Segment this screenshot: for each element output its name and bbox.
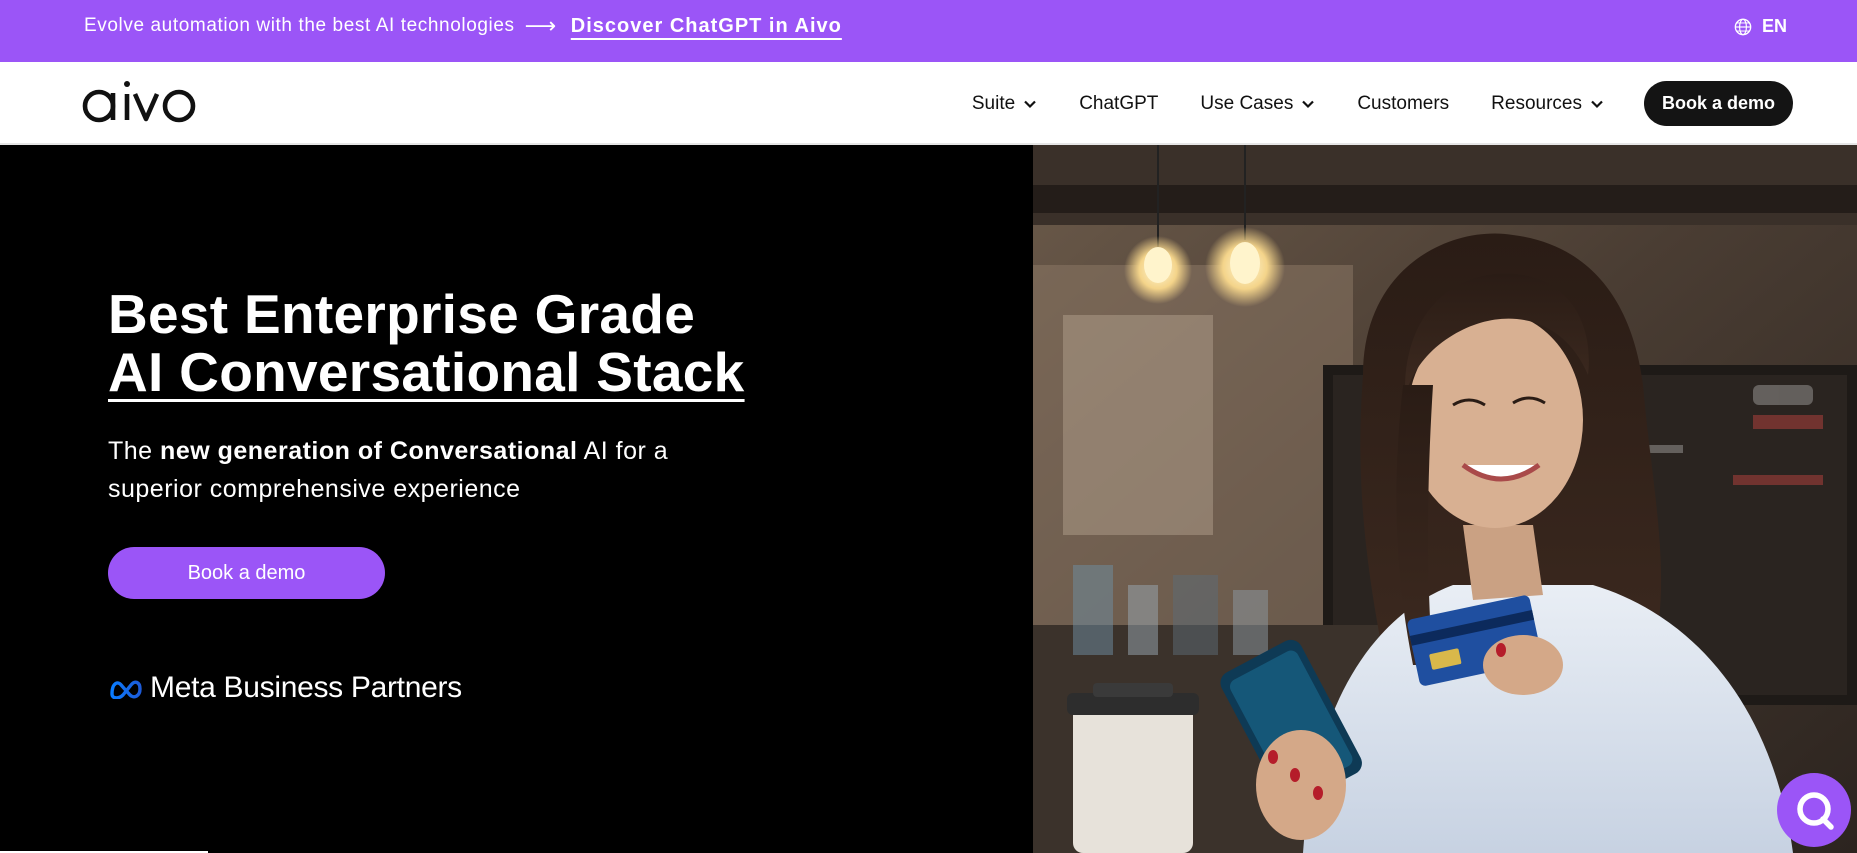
hero-title: Best Enterprise Grade AI Conversational … [108, 285, 745, 401]
meta-partner-badge: Meta Business Partners [108, 671, 462, 705]
hero-subtitle: The new generation of Conversational AI … [108, 432, 728, 508]
site-header: Suite ChatGPT Use Cases Customers Resour… [0, 62, 1857, 145]
announcement-bar: Evolve automation with the best AI techn… [0, 0, 1857, 62]
book-demo-header-button[interactable]: Book a demo [1644, 81, 1793, 126]
nav-resources-label: Resources [1491, 92, 1582, 114]
hero-photo [1033, 145, 1857, 853]
aivo-logo[interactable] [82, 76, 198, 124]
language-label: EN [1761, 16, 1787, 36]
promo: Evolve automation with the best AI techn… [84, 13, 842, 39]
hero-subtitle-prefix: The [108, 437, 153, 465]
hero-title-line2: AI Conversational Stack [108, 341, 745, 403]
book-demo-hero-button[interactable]: Book a demo [108, 547, 385, 599]
hero-subtitle-bold: new generation of Conversational [160, 437, 578, 465]
nav-suite-label: Suite [971, 92, 1016, 114]
nav-use-cases[interactable]: Use Cases [1200, 93, 1315, 115]
globe-icon [1734, 18, 1752, 35]
meta-infinity-icon [110, 680, 142, 699]
hero-title-line1: Best Enterprise Grade [108, 283, 696, 345]
nav-suite[interactable]: Suite [972, 93, 1037, 115]
nav-customers-label: Customers [1357, 92, 1450, 114]
meta-partner-label: Meta Business Partners [150, 671, 462, 704]
nav-use-cases-label: Use Cases [1200, 92, 1294, 114]
chat-bubble-icon [1797, 792, 1834, 830]
promo-text: Evolve automation with the best AI techn… [84, 15, 515, 36]
chevron-down-icon [1302, 100, 1315, 108]
nav-resources[interactable]: Resources [1491, 93, 1604, 115]
nav-chatgpt[interactable]: ChatGPT [1079, 93, 1158, 115]
cafe-photo-illustration [1033, 145, 1857, 853]
chevron-down-icon [1591, 100, 1603, 108]
hero-section: Best Enterprise Grade AI Conversational … [0, 145, 1033, 853]
arrow-right-icon: ⟶ [524, 13, 557, 38]
chat-launcher-button[interactable] [1777, 773, 1851, 847]
nav-customers[interactable]: Customers [1357, 93, 1449, 115]
main-nav: Suite ChatGPT Use Cases Customers Resour… [972, 62, 1857, 145]
chevron-down-icon [1024, 100, 1036, 108]
promo-link[interactable]: Discover ChatGPT in Aivo [571, 15, 842, 38]
nav-chatgpt-label: ChatGPT [1079, 92, 1159, 114]
language-selector[interactable]: EN [1734, 16, 1787, 37]
